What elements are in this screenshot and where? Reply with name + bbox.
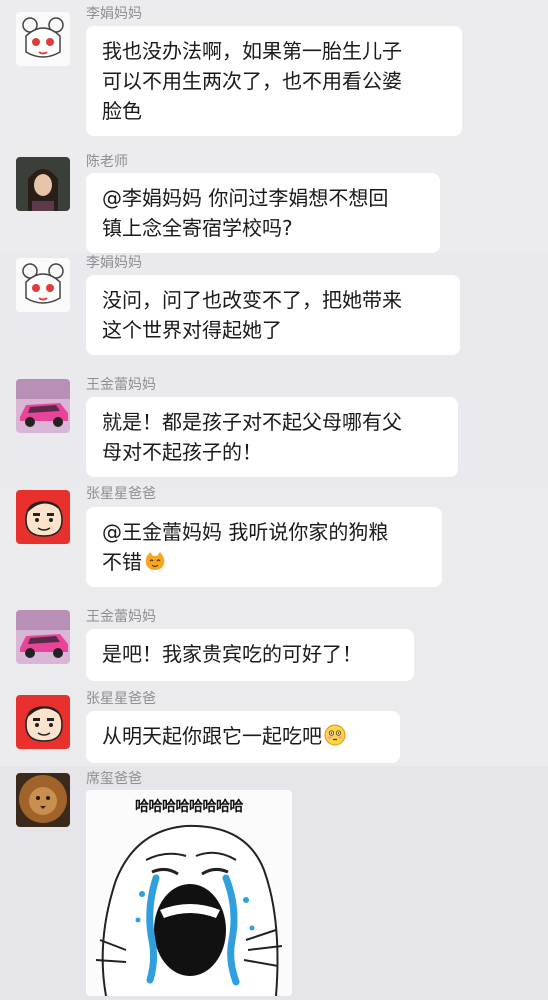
lion-avatar[interactable] (16, 773, 70, 827)
sender-name: 张星星爸爸 (86, 486, 156, 502)
anime-girl-avatar[interactable] (16, 258, 70, 312)
message-bubble[interactable]: 没问，问了也改变不了，把她带来 这个世界对得起她了 (86, 275, 460, 355)
message-bubble[interactable]: 就是！都是孩子对不起父母哪有父 母对不起孩子的！ (86, 397, 458, 477)
meme-face-illustration (95, 824, 283, 996)
message-bubble[interactable]: 从明天起你跟它一起吃吧 (86, 711, 400, 763)
flushed-face-emoji (324, 724, 346, 746)
message-text: 没问，问了也改变不了，把她带来 这个世界对得起她了 (102, 288, 402, 342)
crayon-shin-chan-avatar[interactable] (16, 490, 70, 544)
message-text: 我也没办法啊，如果第一胎生儿子 可以不用生两次了，也不用看公婆 脸色 (102, 39, 402, 123)
sender-name: 张星星爸爸 (86, 691, 156, 707)
message-text: 就是！都是孩子对不起父母哪有父 母对不起孩子的！ (102, 410, 402, 464)
message-text: @李娟妈妈 你问过李娟想不想回 镇上念全寄宿学校吗? (102, 186, 389, 240)
pink-car-avatar[interactable] (16, 610, 70, 664)
message-bubble[interactable]: @王金蕾妈妈 我听说你家的狗粮 不错 (86, 507, 442, 587)
anime-girl-avatar[interactable] (16, 12, 70, 66)
sender-name: 席玺爸爸 (86, 771, 142, 787)
sender-name: 王金蕾妈妈 (86, 609, 156, 625)
message-bubble[interactable]: @李娟妈妈 你问过李娟想不想回 镇上念全寄宿学校吗? (86, 173, 440, 253)
crayon-shin-chan-avatar[interactable] (16, 695, 70, 749)
sender-name: 李娟妈妈 (86, 255, 142, 271)
message-bubble[interactable]: 是吧！我家贵宾吃的可好了！ (86, 629, 414, 681)
sender-name: 陈老师 (86, 154, 128, 170)
crying-laughing-meme-sticker[interactable]: 哈哈哈哈哈哈哈哈 (86, 790, 292, 996)
message-text: 是吧！我家贵宾吃的可好了！ (102, 642, 362, 666)
cat-face-emoji (144, 550, 166, 572)
pink-car-avatar[interactable] (16, 379, 70, 433)
sender-name: 李娟妈妈 (86, 6, 142, 22)
message-bubble[interactable]: 我也没办法啊，如果第一胎生儿子 可以不用生两次了，也不用看公婆 脸色 (86, 26, 462, 136)
teacher-photo-avatar[interactable] (16, 157, 70, 211)
message-text: 从明天起你跟它一起吃吧 (102, 724, 322, 748)
sender-name: 王金蕾妈妈 (86, 377, 156, 393)
